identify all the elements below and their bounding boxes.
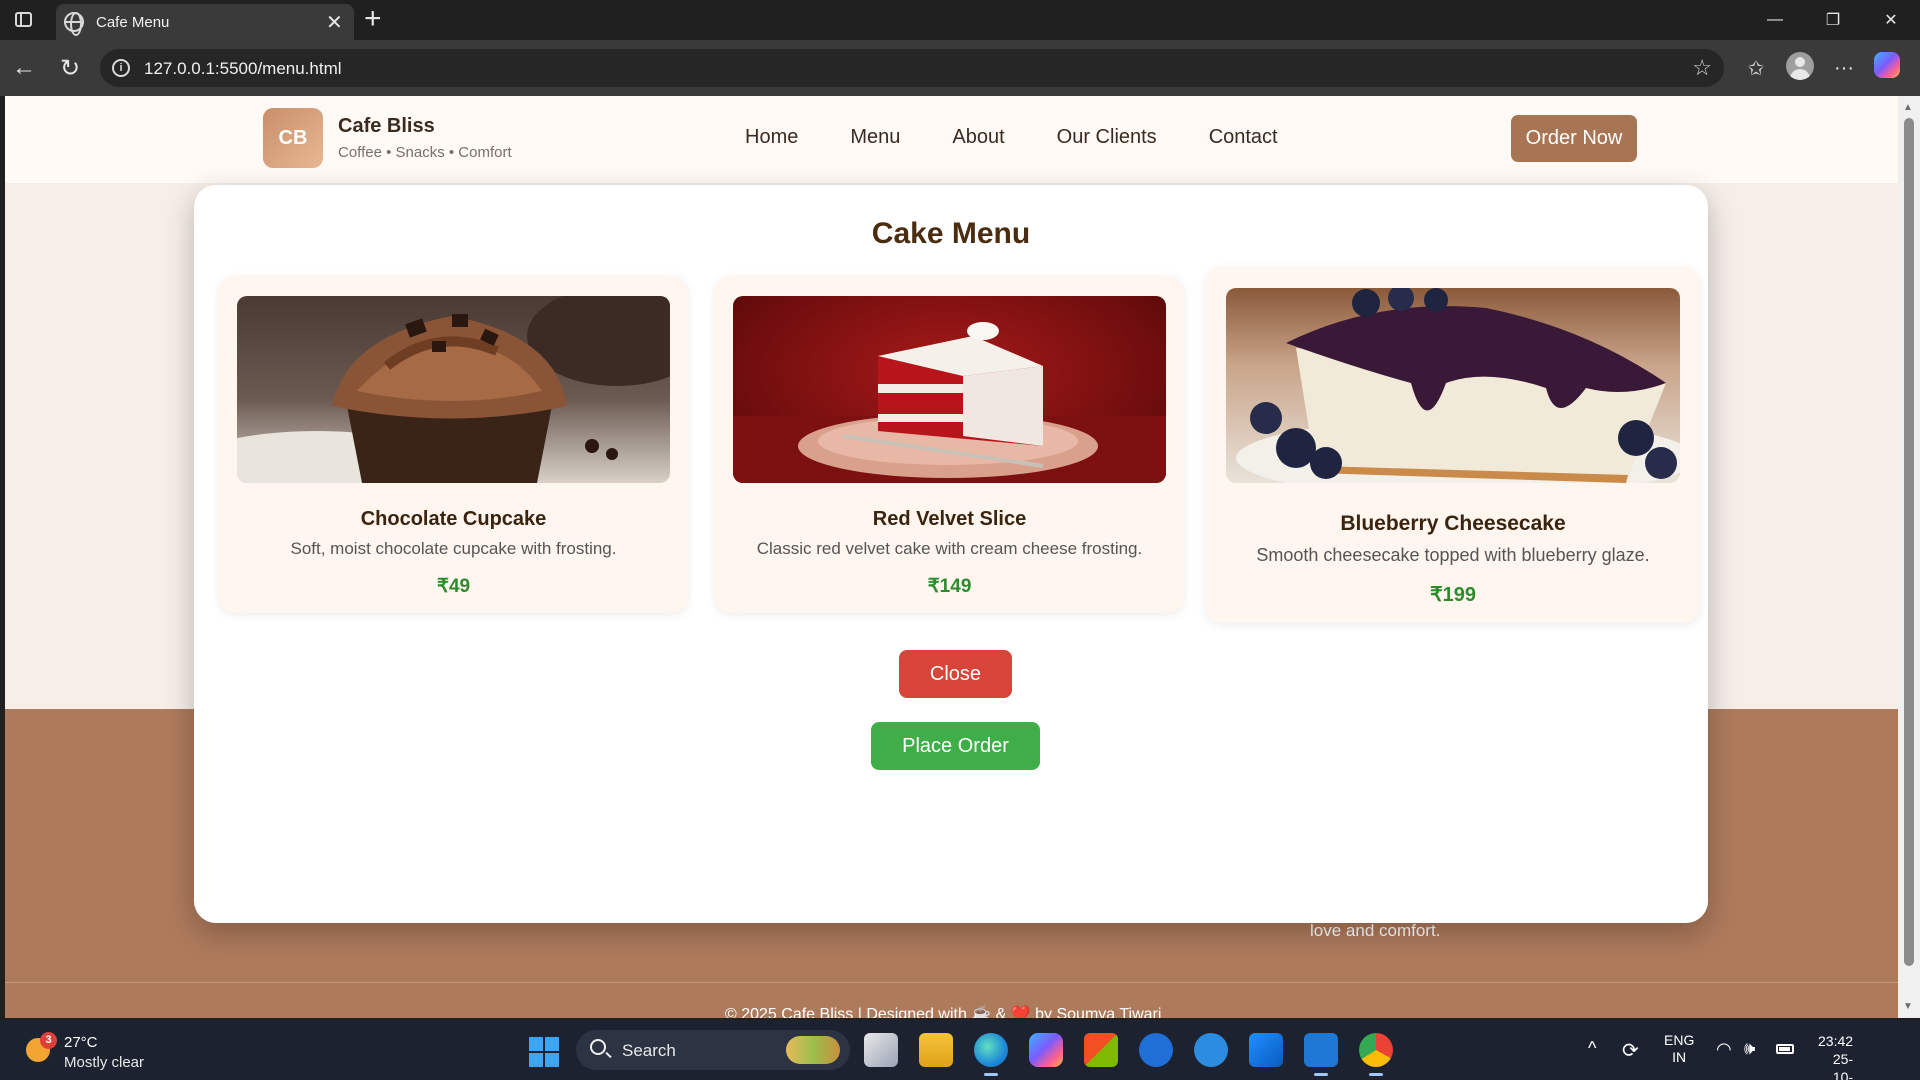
footer-about-text: love and comfort. [1310, 921, 1441, 940]
hp-icon[interactable] [1139, 1033, 1173, 1067]
tab-actions-icon[interactable] [12, 9, 36, 31]
star-icon[interactable]: ☆ [1692, 55, 1712, 81]
weather-temp: 27°C [64, 1034, 98, 1051]
nav-home[interactable]: Home [745, 126, 798, 149]
search-label: Search [622, 1041, 676, 1060]
site-header: CB Cafe Bliss Coffee • Snacks • Comfort … [5, 96, 1898, 183]
back-icon[interactable]: ← [8, 52, 40, 84]
modal-title: Cake Menu [871, 217, 1031, 250]
search-icon [590, 1039, 606, 1055]
logo[interactable]: CB [263, 108, 323, 168]
weather-condition: Mostly clear [64, 1054, 145, 1071]
item-description: Classic red velvet cake with cream chees… [756, 539, 1143, 558]
edge-icon[interactable] [974, 1033, 1008, 1076]
favorites-icon[interactable]: ✩ [1740, 52, 1772, 84]
start-icon[interactable] [529, 1037, 559, 1067]
order-now-button[interactable]: Order Now [1511, 115, 1637, 162]
nav-menu[interactable]: Menu [850, 126, 900, 149]
store-icon[interactable] [1084, 1033, 1118, 1067]
red-velvet-slice-photo [733, 296, 1166, 483]
footer-copyright: © 2025 Cafe Bliss | Designed with ☕ & ❤️… [725, 1006, 1162, 1018]
help-icon[interactable] [1194, 1033, 1228, 1067]
url-text[interactable]: 127.0.0.1:5500/menu.html [144, 59, 342, 79]
globe-icon [64, 12, 84, 36]
vscode-icon[interactable] [1304, 1033, 1338, 1076]
more-icon[interactable]: ··· [1828, 52, 1860, 84]
brand-tagline: Coffee • Snacks • Comfort [338, 144, 512, 161]
copilot-app-icon[interactable] [1029, 1033, 1063, 1067]
file-explorer-icon[interactable] [919, 1033, 953, 1067]
chocolate-cupcake-photo [237, 296, 670, 483]
tab-close-icon[interactable]: ✕ [326, 10, 343, 35]
language-indicator[interactable]: ENG IN [1664, 1032, 1694, 1066]
volume-icon[interactable]: 🕪 [1744, 1038, 1755, 1059]
search-highlight-icon [786, 1036, 840, 1064]
nav-our-clients[interactable]: Our Clients [1057, 126, 1157, 149]
taskbar: 3 27°C Mostly clear Search ^ ⟳ ENG IN ◠ … [0, 1020, 1920, 1080]
item-name: Blueberry Cheesecake [1340, 512, 1566, 535]
footer-divider [5, 982, 1898, 983]
new-tab-icon[interactable]: + [364, 2, 382, 36]
tab-title: Cafe Menu [96, 14, 170, 31]
sync-icon[interactable]: ⟳ [1622, 1038, 1639, 1063]
scroll-up-icon[interactable]: ▲ [1903, 102, 1913, 113]
nav-about[interactable]: About [952, 126, 1004, 149]
menu-card[interactable]: Chocolate Cupcake Soft, moist chocolate … [219, 276, 688, 613]
item-price: ₹149 [927, 576, 972, 597]
task-view-icon[interactable] [864, 1033, 898, 1067]
menu-card[interactable]: Blueberry Cheesecake Smooth cheesecake t… [1206, 267, 1700, 623]
clock-time: 23:42 [1818, 1033, 1854, 1049]
menu-card[interactable]: Red Velvet Slice Classic red velvet cake… [715, 276, 1184, 613]
brand-name: Cafe Bliss [338, 115, 435, 137]
address-bar[interactable]: i 127.0.0.1:5500/menu.html ☆ [100, 49, 1724, 87]
nav-contact[interactable]: Contact [1209, 126, 1278, 149]
clock[interactable]: 23:42 25-10-2025 [1818, 1032, 1853, 1080]
page-viewport: CB Cafe Bliss Coffee • Snacks • Comfort … [5, 96, 1898, 1018]
browser-tab-bar: Cafe Menu ✕ + — ❐ ✕ [0, 0, 1920, 40]
item-name: Red Velvet Slice [872, 508, 1027, 530]
item-description: Smooth cheesecake topped with blueberry … [1256, 545, 1650, 565]
weather-badge: 3 [40, 1032, 57, 1049]
weather-widget[interactable]: 3 27°C Mostly clear [22, 1030, 202, 1072]
main-nav: Home Menu About Our Clients Contact [745, 126, 1278, 149]
cake-menu-modal: Cake Menu Chocolate Cupcake Soft, moist … [194, 185, 1708, 923]
minimize-icon[interactable]: — [1746, 0, 1804, 40]
battery-icon[interactable] [1776, 1044, 1794, 1054]
browser-tools: ✩ ··· [1740, 52, 1900, 84]
item-description: Soft, moist chocolate cupcake with frost… [290, 539, 617, 558]
window-controls: — ❐ ✕ [1746, 0, 1920, 40]
scrollbar-thumb[interactable] [1904, 118, 1914, 966]
item-price: ₹199 [1429, 584, 1477, 606]
reload-icon[interactable]: ↻ [54, 52, 86, 84]
item-price: ₹49 [436, 576, 471, 597]
outlook-icon[interactable] [1249, 1033, 1283, 1067]
copilot-icon[interactable] [1874, 52, 1900, 78]
profile-icon[interactable] [1786, 52, 1814, 80]
clock-date: 25-10-2025 [1832, 1051, 1854, 1080]
wifi-icon[interactable]: ◠ [1716, 1039, 1732, 1060]
restore-icon[interactable]: ❐ [1804, 0, 1862, 40]
close-button[interactable]: Close [899, 650, 1012, 698]
address-toolbar: ← ↻ i 127.0.0.1:5500/menu.html ☆ ✩ ··· [0, 40, 1920, 96]
chevron-up-icon[interactable]: ^ [1588, 1038, 1596, 1059]
taskbar-search[interactable]: Search [576, 1030, 850, 1070]
chrome-icon[interactable] [1359, 1033, 1393, 1076]
language-line-1: ENG [1664, 1032, 1695, 1048]
taskbar-apps [864, 1033, 1393, 1076]
language-line-2: IN [1672, 1049, 1687, 1065]
item-name: Chocolate Cupcake [360, 508, 547, 530]
page-scrollbar[interactable]: ▲ ▼ [1898, 96, 1920, 1018]
info-icon[interactable]: i [112, 59, 130, 77]
window-close-icon[interactable]: ✕ [1862, 0, 1920, 40]
browser-tab[interactable]: Cafe Menu ✕ [56, 4, 354, 40]
place-order-button[interactable]: Place Order [871, 722, 1040, 770]
scroll-down-icon[interactable]: ▼ [1903, 1001, 1913, 1012]
blueberry-cheesecake-photo [1226, 288, 1680, 483]
